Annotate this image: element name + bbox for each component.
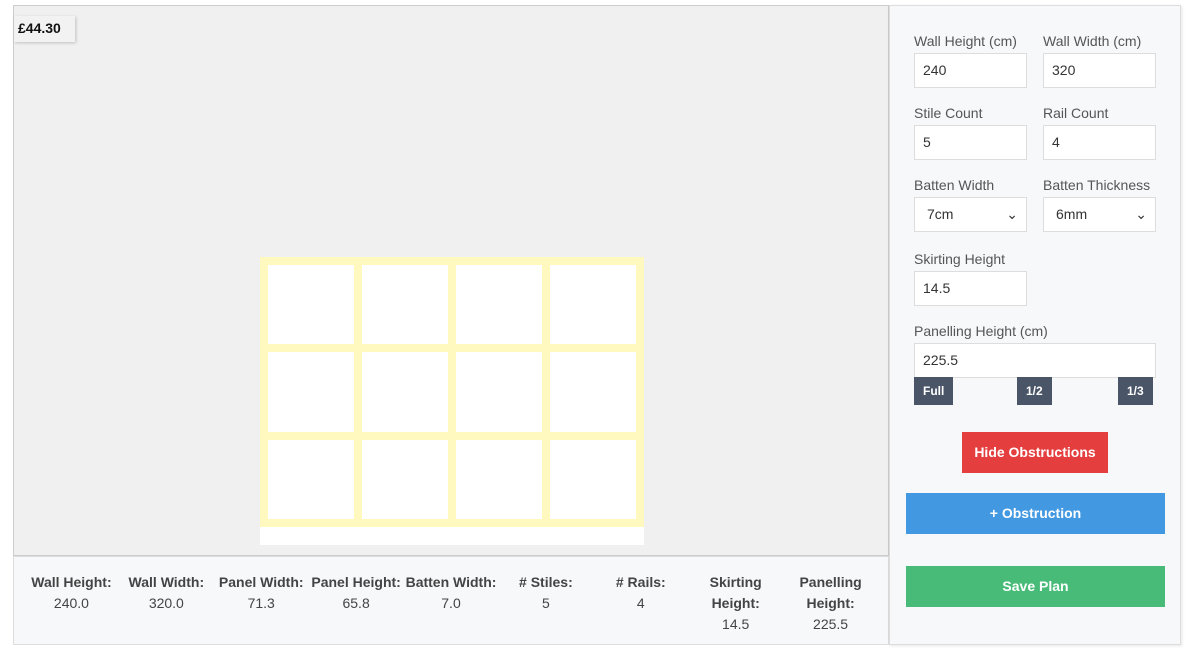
- batten-width-select[interactable]: 7cm ⌄: [914, 197, 1027, 232]
- panelling-height-field: Panelling Height (cm) 225.5: [914, 323, 1156, 378]
- stat-item: Panel Height: 65.8: [309, 557, 404, 644]
- rail-count-field: Rail Count 4: [1043, 105, 1156, 160]
- stat-value: 4: [636, 595, 645, 611]
- stat-label: Wall Width:: [128, 574, 205, 590]
- panelling-height-input[interactable]: 225.5: [914, 343, 1156, 378]
- panelling-grid: [260, 257, 644, 527]
- stat-value: 7.0: [441, 595, 461, 611]
- stat-item: Panel Width: 71.3: [214, 557, 309, 644]
- panel-cell: [362, 265, 448, 345]
- stat-item: Wall Width: 320.0: [119, 557, 214, 644]
- stat-value: 5: [542, 595, 550, 611]
- panel-cell: [268, 265, 354, 345]
- stats-bar: Wall Height: 240.0 Wall Width: 320.0 Panel W…: [13, 556, 889, 645]
- save-plan-button[interactable]: Save Plan: [906, 566, 1165, 607]
- stat-label: # Stiles:: [519, 574, 573, 590]
- stile-count-input[interactable]: 5: [914, 125, 1027, 160]
- panel-cell: [456, 352, 542, 432]
- preset-third-button[interactable]: 1/3: [1118, 377, 1153, 405]
- wall-height-field: Wall Height (cm) 240: [914, 33, 1027, 88]
- stat-item: Batten Width: 7.0: [404, 557, 499, 644]
- stat-value: 14.5: [722, 616, 750, 632]
- panel-cell: [550, 352, 636, 432]
- stat-label: Skirting Height:: [709, 574, 762, 611]
- chevron-down-icon: ⌄: [1135, 206, 1147, 222]
- stat-label: Panelling Height:: [799, 574, 862, 611]
- stat-item: Skirting Height: 14.5: [688, 557, 783, 644]
- skirting-height-field: Skirting Height 14.5: [914, 251, 1027, 306]
- panel-cell: [362, 352, 448, 432]
- stat-item: # Stiles: 5: [498, 557, 593, 644]
- wall-canvas: £44.30: [13, 5, 889, 556]
- price-badge: £44.30: [14, 16, 75, 42]
- wall-width-field: Wall Width (cm) 320: [1043, 33, 1156, 88]
- rail-count-input[interactable]: 4: [1043, 125, 1156, 160]
- stat-label: Panel Width:: [218, 574, 304, 590]
- stat-label: Panel Height:: [311, 574, 401, 590]
- skirting: [260, 527, 644, 545]
- batten-thickness-select[interactable]: 6mm ⌄: [1043, 197, 1156, 232]
- stat-label: Batten Width:: [405, 574, 497, 590]
- stile-count-field: Stile Count 5: [914, 105, 1027, 160]
- batten-width-field: Batten Width 7cm ⌄: [914, 177, 1027, 232]
- hide-obstructions-button[interactable]: Hide Obstructions: [962, 432, 1108, 473]
- chevron-down-icon: ⌄: [1006, 206, 1018, 222]
- stat-value: 240.0: [53, 595, 89, 611]
- preset-half-button[interactable]: 1/2: [1017, 377, 1052, 405]
- stat-value: 65.8: [342, 595, 370, 611]
- add-obstruction-button[interactable]: + Obstruction: [906, 493, 1165, 534]
- wall-height-input[interactable]: 240: [914, 53, 1027, 88]
- stat-value: 320.0: [148, 595, 184, 611]
- batten-thickness-field: Batten Thickness 6mm ⌄: [1043, 177, 1156, 232]
- stat-value: 71.3: [247, 595, 275, 611]
- panel-cell: [268, 439, 354, 519]
- stat-value: 225.5: [813, 616, 849, 632]
- panel-cell: [550, 265, 636, 345]
- settings-panel: Wall Height (cm) 240 Wall Width (cm) 320 S…: [889, 5, 1181, 645]
- stat-item: Panelling Height: 225.5: [783, 557, 878, 644]
- stat-label: # Rails:: [615, 574, 666, 590]
- skirting-height-input[interactable]: 14.5: [914, 271, 1027, 306]
- stat-item: Wall Height: 240.0: [24, 557, 119, 644]
- panel-cell: [550, 439, 636, 519]
- panel-cell: [362, 439, 448, 519]
- panel-cell: [268, 352, 354, 432]
- stat-item: # Rails: 4: [593, 557, 688, 644]
- preset-full-button[interactable]: Full: [914, 377, 954, 405]
- panel-cell: [456, 265, 542, 345]
- wall-width-input[interactable]: 320: [1043, 53, 1156, 88]
- stat-label: Wall Height:: [31, 574, 112, 590]
- panel-cell: [456, 439, 542, 519]
